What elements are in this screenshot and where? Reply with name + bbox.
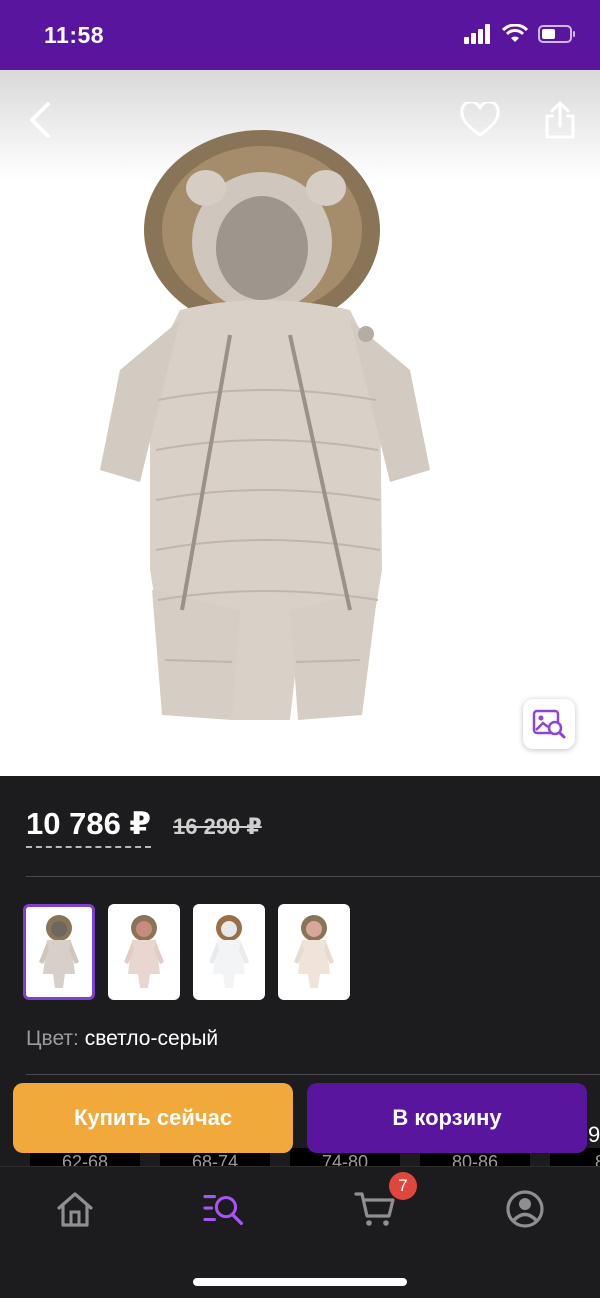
- variant-thumb-light-gray[interactable]: [23, 904, 95, 1000]
- variant-image: [124, 915, 164, 988]
- variant-image: [39, 915, 79, 988]
- divider: [26, 1074, 600, 1075]
- catalog-search-icon: [203, 1195, 243, 1226]
- image-search-icon: [532, 709, 566, 739]
- share-button[interactable]: [538, 98, 582, 142]
- signal-icon: [464, 24, 490, 44]
- home-indicator[interactable]: [193, 1278, 407, 1286]
- chevron-left-icon: [30, 102, 50, 138]
- buy-now-button[interactable]: Купить сейчас: [13, 1083, 293, 1153]
- variant-thumb-pink[interactable]: [108, 904, 180, 1000]
- tab-catalog[interactable]: [203, 1187, 247, 1231]
- color-label: Цвет:: [26, 1027, 79, 1050]
- cart-count-badge: 7: [389, 1172, 417, 1200]
- divider: [26, 876, 600, 877]
- color-variants: [23, 904, 350, 1000]
- share-icon: [545, 101, 575, 139]
- tab-profile[interactable]: [503, 1187, 547, 1231]
- variant-image: [294, 915, 334, 988]
- cart-icon: [354, 1192, 395, 1226]
- tab-home[interactable]: [53, 1187, 97, 1231]
- wifi-icon: [502, 24, 528, 42]
- partial-text: 9: [588, 1122, 600, 1147]
- old-price: 16 290 ₽: [173, 814, 262, 839]
- status-bar: 11:58: [0, 0, 600, 70]
- home-icon: [57, 1192, 93, 1227]
- variant-image: [209, 915, 249, 988]
- variant-thumb-white[interactable]: [193, 904, 265, 1000]
- profile-icon: [506, 1190, 544, 1228]
- visual-search-button[interactable]: [523, 699, 575, 749]
- color-info: Цвет: светло-серый: [26, 1027, 218, 1051]
- favorite-button[interactable]: [458, 98, 502, 142]
- color-value: светло-серый: [84, 1027, 219, 1050]
- price-row: 10 786 ₽ 16 290 ₽: [26, 806, 262, 850]
- variant-thumb-beige[interactable]: [278, 904, 350, 1000]
- battery-icon: [538, 25, 575, 43]
- status-icons: [464, 24, 576, 44]
- back-button[interactable]: [18, 98, 62, 142]
- product-image[interactable]: [0, 70, 600, 776]
- product-photo-snowsuit: [100, 130, 430, 720]
- current-price[interactable]: 10 786 ₽: [26, 806, 151, 848]
- heart-icon: [460, 102, 500, 137]
- status-time: 11:58: [44, 22, 105, 48]
- add-to-cart-button[interactable]: В корзину: [307, 1083, 587, 1153]
